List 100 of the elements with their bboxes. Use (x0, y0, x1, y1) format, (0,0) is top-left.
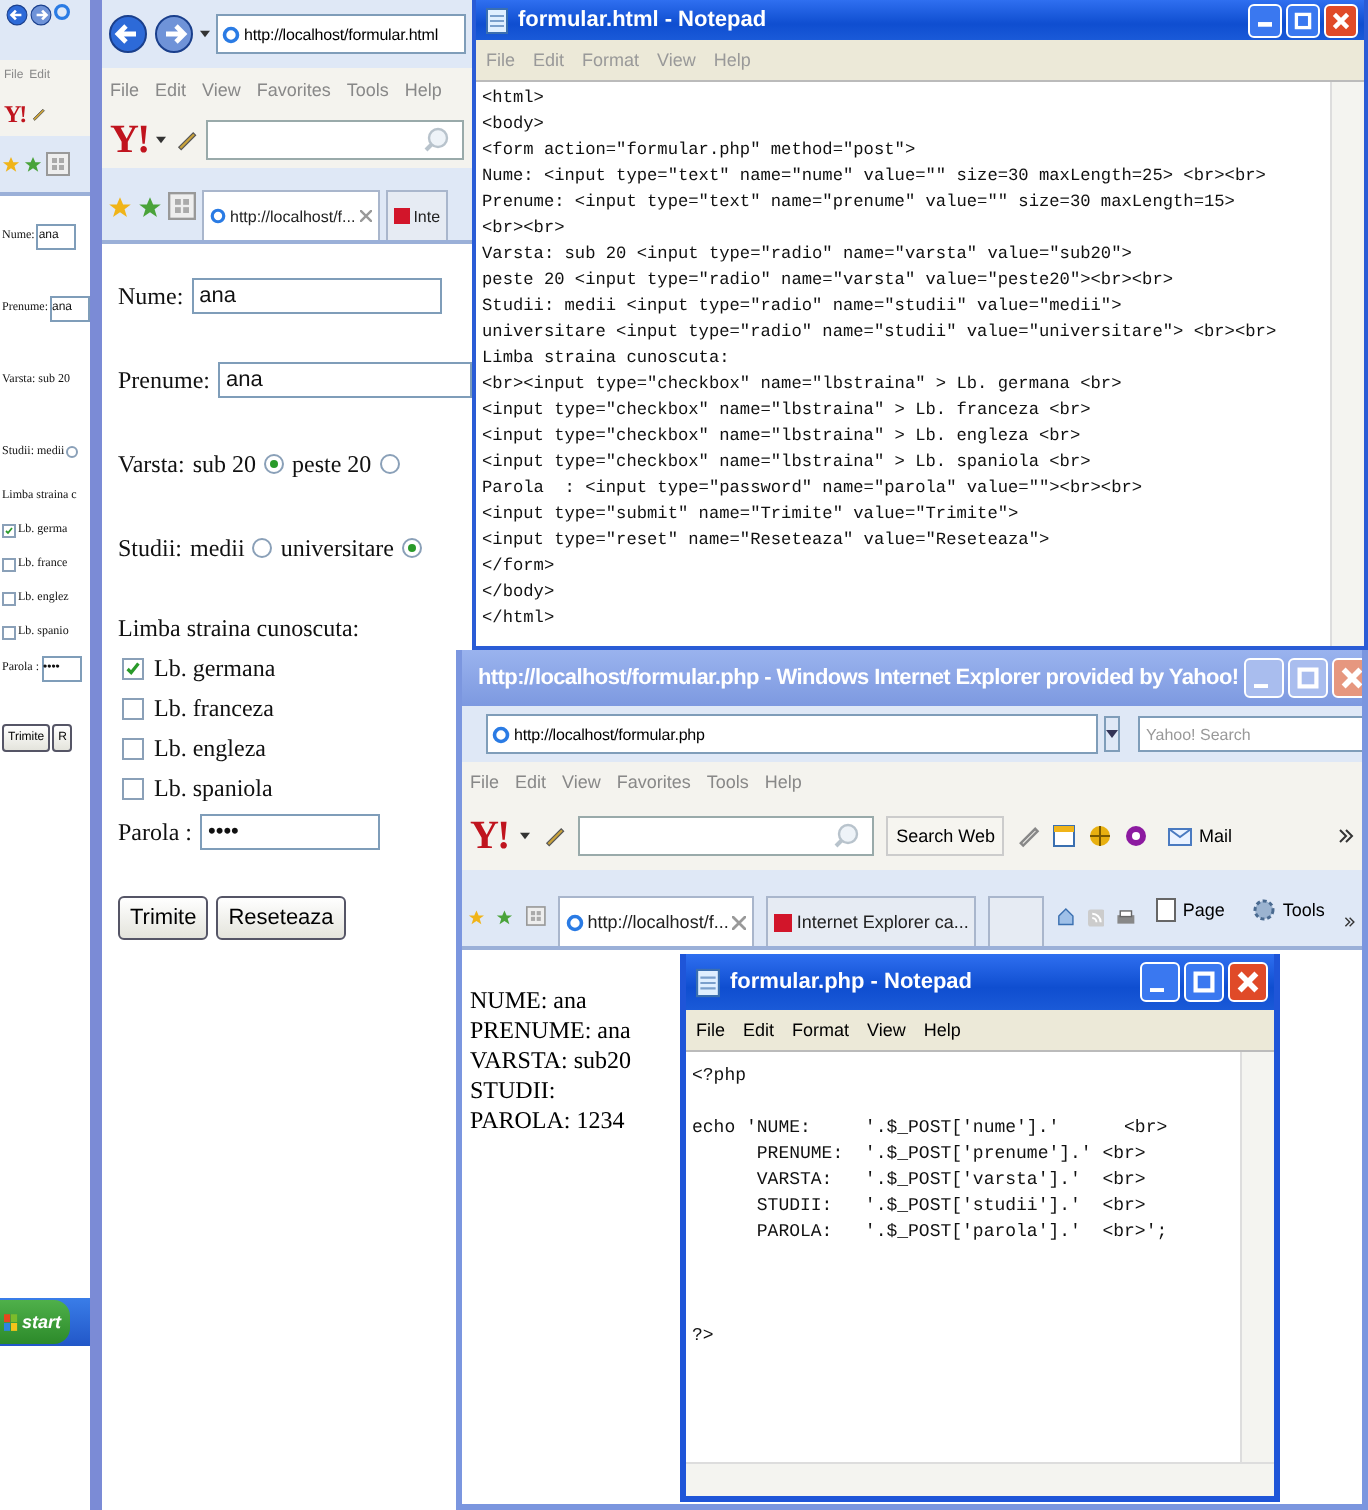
maximize-icon (1294, 664, 1323, 692)
output-line: PAROLA: 1234 (470, 1106, 625, 1136)
forward-button[interactable] (154, 14, 194, 54)
radio-button[interactable] (379, 454, 400, 474)
code-text: <html> <body> <form action="formular.php" method="post"> Nume: <input type="text" name="nume" value="" size=30 maxLength=25> <br><br> Prenume: <input type="text" name="prenume" value="" size=30 maxLength=15> <br><br> Varsta: sub 20 <input type="radio" name="varsta" value="sub20"> peste 20 <input type="radio" name="varsta" value="peste20"><br><br> Studii: medii <input type="radio" name="studii" value="medii"> universitare <input type="radio" name="studii" value="universitare"> <br><br> Limba straina cunoscuta: <br><input type="checkbox" name="lbstraina" > Lb. germana <br> <input type="checkbox" name="lbstraina" > Lb. franceza <br> <input type="checkbox" name="lbstraina" > Lb. engleza <br> <input type="checkbox" name="lbstraina" > Lb. spaniola <br> Parola : <input type="password" name="parola" value=""><br><br> <input type="submit" name="Trimite" value="Trimite"> <input type="reset" name="Reseteaza" value="Reseteaza"> </form> </body> </html> (480, 86, 1279, 632)
home-icon[interactable] (1056, 902, 1076, 930)
back-button[interactable] (108, 14, 148, 54)
feed-icon[interactable] (1087, 906, 1105, 930)
checkbox[interactable] (2, 557, 16, 571)
tab[interactable]: http://localhost/f... (557, 896, 755, 946)
dropdown-button[interactable] (1104, 716, 1120, 752)
mail-button[interactable]: Mail (1160, 816, 1240, 856)
radio-button[interactable] (252, 538, 273, 558)
menu-item[interactable]: View (867, 1020, 906, 1040)
caret-icon (1106, 730, 1118, 738)
star-icon[interactable] (468, 906, 485, 930)
tab[interactable]: Inte (385, 190, 449, 240)
new-tab-button[interactable] (988, 896, 1045, 946)
menu-item[interactable]: File (696, 1020, 726, 1040)
chevron-icon[interactable] (1344, 914, 1356, 930)
back-button[interactable] (6, 4, 28, 26)
checkbox-label: Lb. franceza (154, 693, 274, 723)
checkbox[interactable] (122, 777, 144, 799)
page-icon[interactable] (1052, 824, 1077, 848)
code-text: <?php echo 'NUME: '.$_POST['nume'].' <br> PRENUME: '.$_POST['prenume'].' <br> VARSTA: '.$_POST['varsta'].' <br> STUDII: '.$_POST['studii'].' <br> PAROLA: '.$_POST['parola'].' <br>'; ?> (690, 1064, 1170, 1350)
checkbox[interactable] (2, 625, 16, 639)
output-line: VARSTA: sub20 (470, 1046, 632, 1076)
checkbox[interactable] (122, 737, 144, 759)
pencil-icon[interactable] (1016, 824, 1041, 848)
close-icon[interactable] (359, 210, 372, 222)
address-field[interactable]: http://localhost/formular.html (216, 14, 466, 54)
maximize-icon (1292, 9, 1314, 31)
input-field[interactable]: •••• (200, 814, 380, 850)
menu-item[interactable]: Format (792, 1020, 850, 1040)
window-title: formular.php - Notepad (730, 970, 972, 994)
output-line: PRENUME: ana (470, 1016, 631, 1046)
toolbar-logo[interactable]: Y! (110, 117, 149, 163)
radio-button[interactable] (66, 446, 79, 458)
menu-item[interactable]: Help (923, 1020, 961, 1040)
checkbox[interactable] (122, 657, 144, 679)
star-icon[interactable] (108, 196, 132, 220)
minimize-button[interactable] (1248, 3, 1282, 37)
toolbar-logo[interactable]: Y! (4, 99, 26, 129)
star-plus-icon[interactable] (138, 196, 162, 220)
globe-icon[interactable] (1088, 824, 1113, 848)
search-field[interactable] (206, 120, 464, 160)
maximize-button[interactable] (1286, 3, 1320, 37)
radio-button[interactable] (264, 454, 284, 474)
radio-button[interactable] (402, 538, 422, 558)
grid-icon[interactable] (525, 902, 546, 930)
forward-button[interactable] (30, 4, 52, 26)
checkbox[interactable] (122, 697, 144, 719)
browser-icon (565, 913, 584, 931)
close-icon (1338, 664, 1362, 692)
address-field[interactable]: http://localhost/formular.php (486, 714, 1098, 754)
close-button[interactable] (1324, 3, 1358, 37)
envelope-icon (1168, 827, 1193, 845)
output-line: STUDII: (470, 1076, 556, 1106)
scrollbar[interactable] (686, 1462, 1274, 1496)
menu-item[interactable]: Edit (743, 1020, 775, 1040)
grid-icon[interactable] (46, 152, 70, 176)
tab[interactable]: Internet Explorer ca... (766, 896, 977, 946)
field-label: Parola : (118, 817, 192, 847)
circle-icon[interactable] (1124, 824, 1149, 848)
search-field[interactable]: Yahoo! Search (1138, 716, 1362, 752)
square-icon (774, 913, 793, 931)
checkbox[interactable] (2, 591, 16, 605)
grid-icon[interactable] (168, 192, 196, 220)
minimize-icon (1150, 987, 1164, 992)
caret-icon[interactable] (200, 30, 210, 38)
pencil-icon[interactable] (29, 106, 46, 122)
star-icon[interactable] (2, 155, 20, 173)
form-button[interactable]: Reseteaza (216, 896, 346, 940)
pencil-icon[interactable] (542, 824, 567, 848)
star-plus-icon[interactable] (24, 155, 42, 173)
checkbox[interactable] (2, 523, 16, 537)
browser-icon (222, 25, 240, 43)
print-icon[interactable] (1116, 906, 1137, 930)
close-button[interactable] (1228, 962, 1268, 1002)
close-icon[interactable] (732, 915, 747, 929)
minimize-button[interactable] (1140, 962, 1180, 1002)
form-button[interactable]: Trimite (118, 896, 209, 940)
search-web-button[interactable]: Search Web (886, 816, 1005, 856)
maximize-button[interactable] (1184, 962, 1224, 1002)
toolbar-logo[interactable]: Y! (470, 813, 509, 859)
caret-icon[interactable] (156, 136, 167, 144)
scrollbar[interactable] (1330, 82, 1364, 646)
star-plus-icon[interactable] (496, 906, 514, 930)
tab[interactable]: http://localhost/f... (202, 190, 380, 240)
input-field[interactable]: ana (218, 362, 472, 398)
input-field[interactable]: ana (191, 278, 442, 314)
page-menu-button[interactable]: Page (1148, 890, 1233, 930)
pencil-icon[interactable] (174, 128, 199, 152)
browser-icon (54, 4, 70, 20)
chevron-icon[interactable] (1338, 828, 1354, 844)
scrollbar[interactable] (1240, 1052, 1274, 1462)
tools-menu-button[interactable]: Tools (1244, 890, 1333, 930)
search-field[interactable] (578, 816, 875, 856)
caret-icon[interactable] (520, 832, 531, 840)
flag-icon (4, 1313, 18, 1331)
